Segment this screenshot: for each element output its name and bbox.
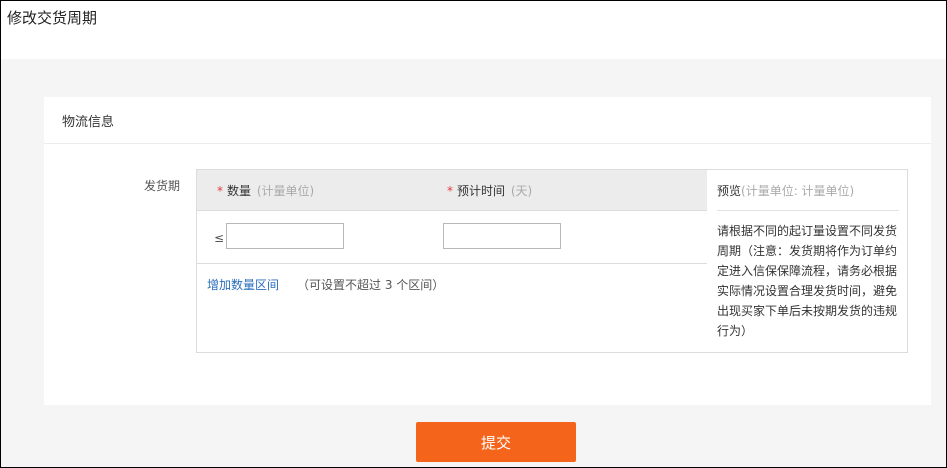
required-mark: *: [447, 184, 453, 198]
time-column-label: 预计时间: [457, 184, 506, 198]
quantity-unit-hint: (计量单位): [256, 184, 315, 198]
section-title: 物流信息: [44, 97, 931, 144]
preview-unit-hint: (计量单位: 计量单位): [741, 183, 855, 198]
less-equal-operator: ≤: [214, 231, 225, 245]
preview-title: 预览: [717, 183, 742, 198]
quantity-input[interactable]: [226, 223, 344, 249]
required-mark: *: [217, 184, 223, 198]
preview-text: 请根据不同的起订量设置不同发货周期（注意：发货期将作为订单约定进入信保保障流程，…: [717, 224, 898, 338]
add-quantity-range-link[interactable]: 增加数量区间: [207, 276, 279, 293]
page-frame: 修改交货周期 物流信息 发货期 * 数量 (计量单位) * 预计时间 (天) ≤ 增…: [0, 0, 947, 468]
time-unit-hint: (天): [510, 184, 533, 198]
delivery-period-label: 发货期: [144, 179, 181, 193]
add-range-row: 增加数量区间 （可设置不超过 3 个区间）: [197, 264, 707, 304]
table-row: ≤: [197, 211, 707, 264]
submit-button[interactable]: 提交: [416, 422, 576, 462]
page-title: 修改交货周期: [7, 9, 98, 27]
preview-header: 预览 (计量单位: 计量单位): [717, 170, 899, 211]
page-header: 修改交货周期: [1, 1, 946, 59]
quantity-column-header: * 数量 (计量单位): [217, 182, 314, 199]
logistics-card: 物流信息 发货期 * 数量 (计量单位) * 预计时间 (天) ≤ 增加数量区间 （…: [44, 97, 931, 405]
preview-panel: 预览 (计量单位: 计量单位) 请根据不同的起订量设置不同发货周期（注意：发货期将…: [707, 169, 908, 353]
add-range-hint: （可设置不超过 3 个区间）: [297, 278, 445, 292]
quantity-column-label: 数量: [227, 184, 252, 198]
table-header: * 数量 (计量单位) * 预计时间 (天): [197, 170, 707, 211]
time-column-header: * 预计时间 (天): [447, 182, 532, 199]
delivery-period-table: * 数量 (计量单位) * 预计时间 (天) ≤ 增加数量区间 （可设置不超过 3 …: [196, 169, 708, 353]
delivery-days-input[interactable]: [443, 223, 561, 249]
